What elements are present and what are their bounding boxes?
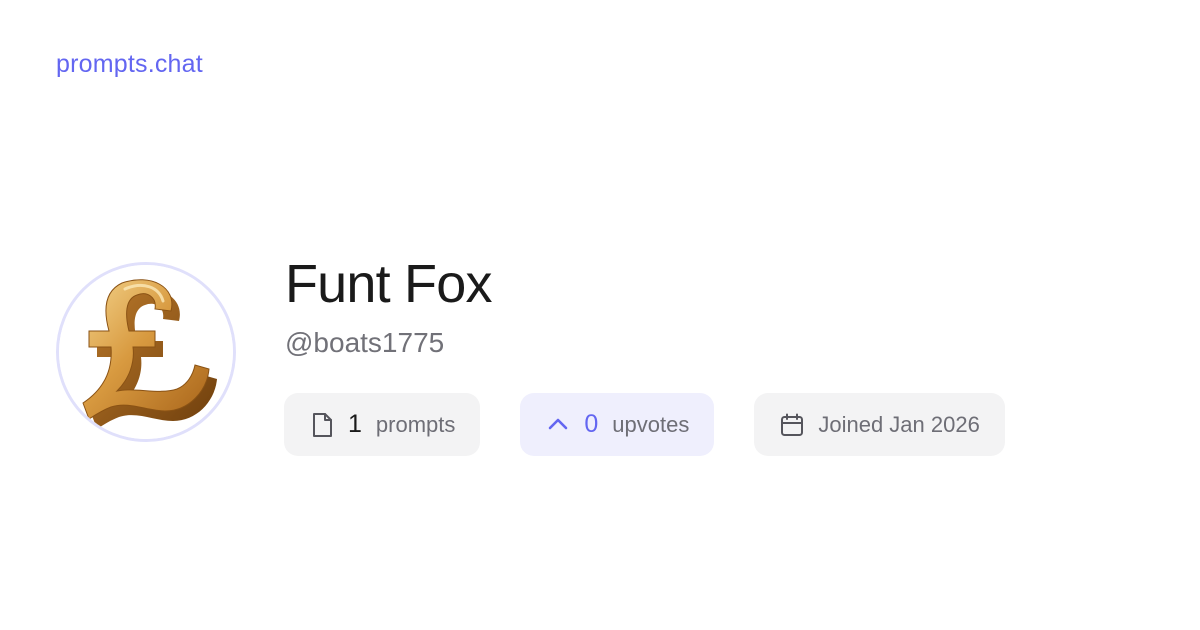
calendar-icon [779,412,805,438]
brand-logo-link[interactable]: prompts.chat [56,50,203,79]
avatar [56,262,236,442]
profile-username: @boats1775 [285,327,445,358]
joined-date-badge: Joined Jan 2026 [754,393,1005,456]
file-icon [309,412,335,438]
joined-date-label: Joined Jan 2026 [818,411,980,437]
profile-stats: 1 prompts 0 upvotes Joined Jan 2026 [284,393,1005,456]
upvotes-count: 0 [584,410,599,438]
pound-sterling-icon [59,265,233,439]
upvotes-label: upvotes [612,411,690,437]
profile-display-name: Funt Fox [285,254,492,314]
prompts-count-badge: 1 prompts [284,393,481,456]
chevron-up-icon [545,412,571,438]
prompts-label: prompts [375,411,456,437]
upvotes-count-badge: 0 upvotes [520,393,715,456]
prompts-count: 1 [348,410,362,438]
